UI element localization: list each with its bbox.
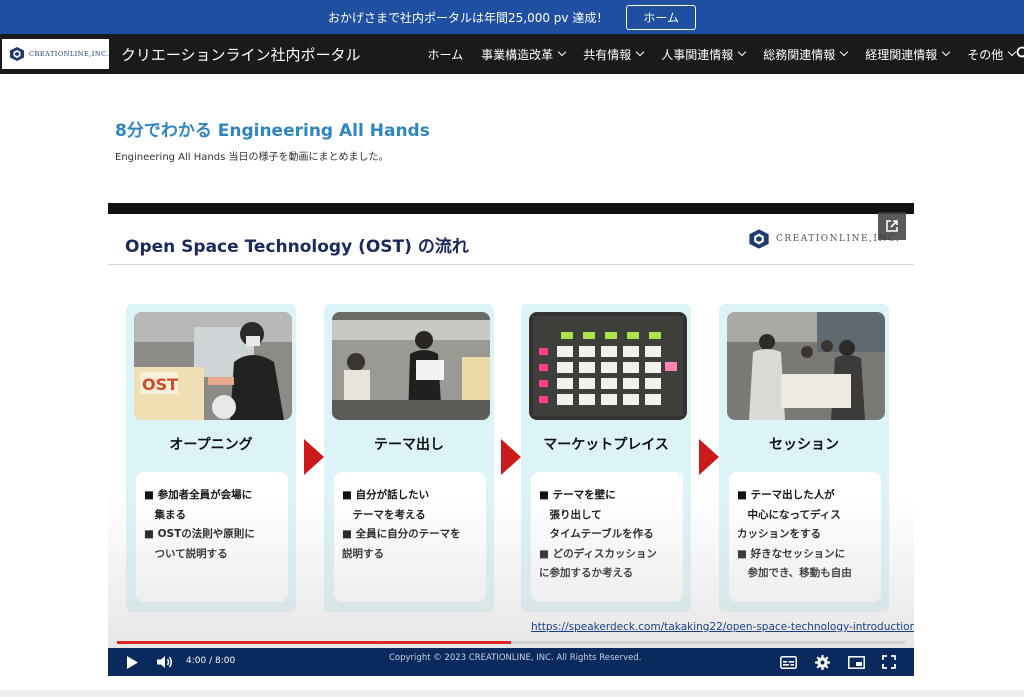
chevron-down-icon (635, 47, 645, 57)
slide-divider (108, 264, 914, 265)
nav-item-label: 人事関連情報 (661, 47, 734, 62)
step-bullet: ■ どのディスカッション (539, 547, 657, 560)
speakerdeck-link[interactable]: https://speakerdeck.com/takaking22/open-… (531, 621, 914, 633)
step-title: オープニング (169, 437, 253, 453)
nav-item-general-affairs[interactable]: 総務関連情報 (754, 34, 856, 74)
home-button[interactable]: ホーム (626, 4, 696, 30)
page-title: 8分でわかる Engineering All Hands (115, 121, 430, 141)
play-icon (127, 655, 138, 669)
video-time: 4:00 / 8:00 (186, 656, 236, 666)
nav-item-business-reform[interactable]: 事業構造改革 (472, 34, 574, 74)
miniplayer-button[interactable] (847, 654, 865, 670)
step-bullet: ■ テーマを壁に (539, 489, 616, 501)
nav-item-label: 事業構造改革 (481, 47, 554, 62)
volume-icon (157, 656, 172, 668)
nav-item-label: 共有情報 (583, 47, 632, 62)
announcement-text: おかげさまで社内ポータルは年間25,000 pv 達成！ (328, 10, 609, 25)
step-bullet: タイムテーブルを作る (539, 528, 654, 540)
video-frame-slide[interactable]: Open Space Technology (OST) の流れ CREATION… (108, 214, 914, 650)
chevron-down-icon (557, 47, 567, 57)
nav-item-hr-info[interactable]: 人事関連情報 (652, 34, 754, 74)
logo-cube-icon (749, 229, 769, 249)
step-bullet: ■ OSTの法則や原則に (144, 528, 255, 540)
logo-text: CREATIONLINE,INC. (29, 50, 109, 58)
nav-item-other[interactable]: その他 (958, 34, 1024, 74)
nav-menu: ホーム 事業構造改革 共有情報 人事関連情報 総務関連情報 経理関連情報 その他 (419, 34, 1024, 74)
step-card-opening: OST オープニング ■ 参加者全員が会場に 集まる ■ OSTの法則や原則に … (126, 304, 296, 612)
step-bullet: 中心になってディス (737, 508, 841, 521)
chevron-down-icon (737, 47, 747, 57)
step-bullet: ■ テーマ出した人が (737, 489, 835, 501)
video-progress-fill (117, 641, 511, 644)
nav-item-label: 経理関連情報 (865, 47, 938, 62)
open-external-button[interactable] (878, 212, 906, 240)
step-description: ■ テーマ出した人が 中心になってディス カッションをする ■ 好きなセッション… (729, 472, 881, 602)
player-top-bar (108, 203, 914, 214)
step-description: ■ 参加者全員が会場に 集まる ■ OSTの法則や原則に ついて説明する (136, 472, 288, 602)
company-logo[interactable]: CREATIONLINE,INC. (2, 39, 109, 69)
step-title: テーマ出し (374, 437, 444, 453)
step-bullet: カッションをする (737, 528, 821, 540)
nav-item-accounting[interactable]: 経理関連情報 (856, 34, 958, 74)
arrow-right-icon (304, 439, 324, 475)
play-button[interactable] (124, 654, 140, 670)
video-progress-bar[interactable] (117, 641, 905, 644)
arrow-right-icon (699, 439, 719, 475)
gear-icon (814, 654, 830, 670)
step-bullet: ■ 好きなセッションに (737, 547, 846, 560)
chevron-down-icon (839, 47, 849, 57)
step-bullet: 説明する (342, 547, 384, 560)
step-bullet: テーマを考える (342, 508, 426, 521)
announcement-bar: おかげさまで社内ポータルは年間25,000 pv 達成！ ホーム (0, 0, 1024, 34)
nav-item-home[interactable]: ホーム (419, 34, 473, 74)
step-card-theme: テーマ出し ■ 自分が話したい テーマを考える ■ 全員に自分のテーマを 説明す… (324, 304, 494, 612)
settings-button[interactable] (814, 654, 830, 670)
nav-item-label: その他 (967, 47, 1004, 62)
step-description: ■ テーマを壁に 張り出して タイムテーブルを作る ■ どのディスカッション に… (531, 472, 683, 602)
page-bottom-strip (0, 690, 1024, 697)
nav-item-shared-info[interactable]: 共有情報 (574, 34, 652, 74)
fullscreen-button[interactable] (881, 654, 897, 670)
video-controls: 4:00 / 8:00 Copyright © 2023 CREATIONLIN… (108, 648, 914, 676)
video-copyright: Copyright © 2023 CREATIONLINE, INC. All … (389, 653, 642, 663)
chevron-down-icon (942, 47, 951, 57)
site-title[interactable]: クリエーションライン社内ポータル (121, 44, 361, 65)
step-bullet: ■ 参加者全員が会場に (144, 489, 253, 501)
captions-icon (779, 655, 797, 669)
nav-item-label: ホーム (427, 47, 464, 62)
logo-cube-icon (10, 47, 24, 61)
step-bullet: ついて説明する (144, 547, 228, 560)
search-icon[interactable] (1016, 46, 1024, 60)
step-bullet: 参加でき、移動も自由 (737, 567, 852, 579)
slide-title: Open Space Technology (OST) の流れ (125, 237, 469, 257)
external-link-icon (886, 220, 898, 232)
opening-photo: OST (134, 312, 292, 420)
session-photo (727, 312, 885, 420)
arrow-right-icon (501, 439, 521, 475)
main-nav: CREATIONLINE,INC. クリエーションライン社内ポータル ホーム 事… (0, 34, 1024, 74)
volume-button[interactable] (156, 654, 174, 670)
video-player[interactable]: Open Space Technology (OST) の流れ CREATION… (108, 203, 914, 676)
nav-item-label: 総務関連情報 (763, 47, 836, 62)
marketplace-photo (529, 312, 687, 420)
step-card-session: セッション ■ テーマ出した人が 中心になってディス カッションをする ■ 好き… (719, 304, 889, 612)
step-description: ■ 自分が話したい テーマを考える ■ 全員に自分のテーマを 説明する (334, 472, 486, 602)
step-bullet: 張り出して (539, 508, 602, 521)
step-title: マーケットプレイス (543, 437, 669, 453)
page-description: Engineering All Hands 当日の様子を動画にまとめました。 (115, 152, 389, 163)
step-card-marketplace: マーケットプレイス ■ テーマを壁に 張り出して タイムテーブルを作る ■ どの… (521, 304, 691, 612)
step-bullet: に参加するか考える (539, 567, 634, 579)
fullscreen-icon (882, 655, 896, 669)
step-bullet: 集まる (144, 508, 186, 521)
captions-button[interactable] (779, 654, 797, 670)
svg-text:OST: OST (142, 375, 178, 394)
step-bullet: ■ 自分が話したい (342, 489, 430, 501)
step-bullet: ■ 全員に自分のテーマを (342, 528, 461, 540)
theme-photo (332, 312, 490, 420)
step-title: セッション (769, 437, 839, 453)
miniplayer-icon (847, 655, 865, 669)
